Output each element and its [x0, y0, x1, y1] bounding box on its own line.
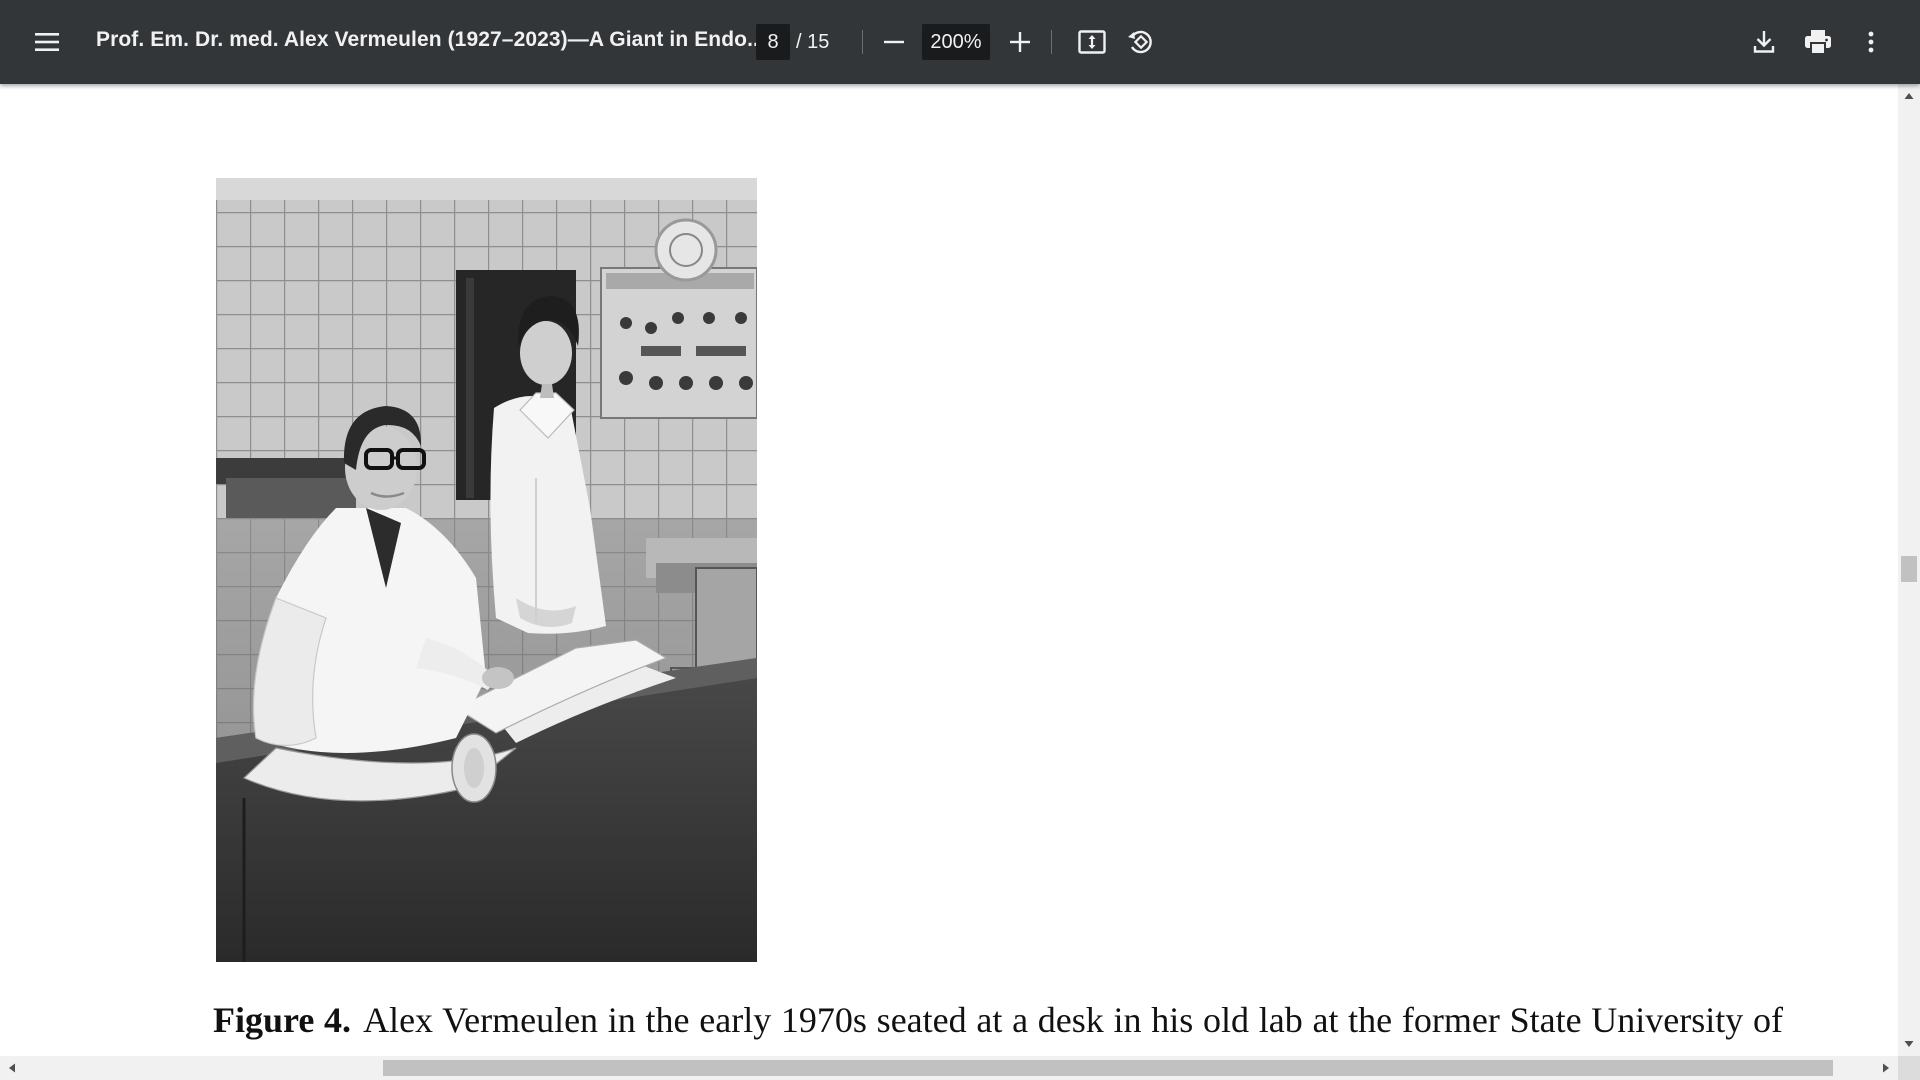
horizontal-scroll-thumb[interactable] — [383, 1060, 1833, 1076]
page-total: / 15 — [796, 31, 830, 53]
toolbar-divider — [1051, 30, 1052, 54]
menu-button[interactable] — [23, 18, 71, 66]
scroll-down-arrow-icon[interactable] — [1904, 1040, 1914, 1048]
fit-to-page-icon — [1078, 30, 1106, 54]
scroll-up-arrow-icon[interactable] — [1904, 92, 1914, 100]
document-viewer[interactable]: Figure 4. Alex Vermeulen in the early 197… — [0, 84, 1898, 1056]
print-button[interactable] — [1794, 18, 1842, 66]
more-options-button[interactable] — [1847, 18, 1895, 66]
plus-icon — [1010, 32, 1030, 52]
zoom-level-input[interactable] — [922, 24, 990, 60]
toolbar-divider — [862, 30, 863, 54]
rotate-button[interactable] — [1116, 18, 1164, 66]
zoom-in-button[interactable] — [996, 18, 1044, 66]
download-button[interactable] — [1740, 18, 1788, 66]
pdf-toolbar: Prof. Em. Dr. med. Alex Vermeulen (1927–… — [0, 0, 1920, 84]
menu-icon — [35, 33, 59, 51]
download-icon — [1753, 31, 1775, 53]
figure-photograph — [216, 178, 757, 962]
vertical-scrollbar[interactable] — [1898, 84, 1920, 1056]
more-vert-icon — [1868, 31, 1874, 53]
fit-to-page-button[interactable] — [1068, 18, 1116, 66]
figure-label: Figure 4. — [213, 1000, 352, 1040]
rotate-icon — [1128, 30, 1152, 54]
vertical-scroll-thumb[interactable] — [1901, 556, 1917, 582]
figure-caption-text: Alex Vermeulen in the early 1970s seated… — [213, 1000, 1783, 1056]
horizontal-scrollbar[interactable] — [0, 1056, 1898, 1080]
figure-caption: Figure 4. Alex Vermeulen in the early 197… — [213, 994, 1783, 1056]
page-number-input[interactable] — [756, 24, 790, 60]
minus-icon — [884, 40, 904, 44]
document-title: Prof. Em. Dr. med. Alex Vermeulen (1927–… — [96, 28, 765, 51]
zoom-out-button[interactable] — [870, 18, 918, 66]
scroll-left-arrow-icon[interactable] — [8, 1063, 16, 1073]
print-icon — [1805, 30, 1831, 55]
scrollbar-corner — [1898, 1056, 1920, 1080]
scroll-right-arrow-icon[interactable] — [1882, 1063, 1890, 1073]
